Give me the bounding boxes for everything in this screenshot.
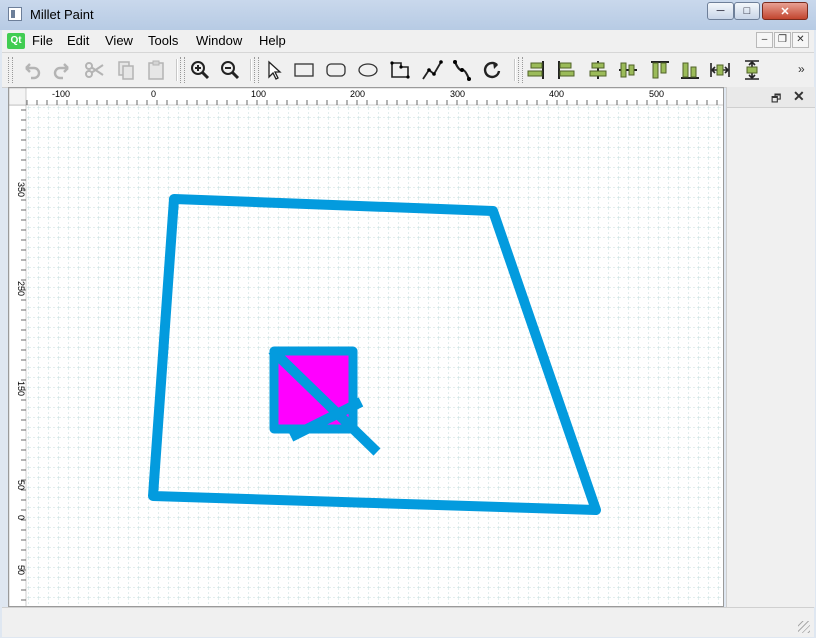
- menu-view[interactable]: View: [105, 33, 133, 48]
- toolbar-grip[interactable]: [8, 57, 13, 83]
- canvas-grid: [27, 106, 723, 606]
- size-grip[interactable]: [798, 621, 810, 633]
- dock-panel: 🗗 ✕: [726, 87, 815, 607]
- hruler-label: -100: [52, 89, 70, 99]
- redo-icon[interactable]: [50, 58, 74, 82]
- toolbar: »: [2, 53, 814, 88]
- hruler-label: 200: [350, 89, 365, 99]
- menubar: Qt File Edit View Tools Window Help – ❐ …: [2, 30, 814, 53]
- align-hcenter-icon[interactable]: [586, 58, 610, 82]
- window-titlebar[interactable]: Millet Paint ─ □ ✕: [0, 0, 816, 30]
- dock-float-icon[interactable]: 🗗: [771, 90, 781, 109]
- align-bottom-icon[interactable]: [678, 58, 702, 82]
- cut-icon[interactable]: [82, 58, 106, 82]
- zoom-out-icon[interactable]: [218, 58, 242, 82]
- toolbar-grip[interactable]: [518, 57, 523, 83]
- toolbar-separator: [514, 59, 516, 81]
- menu-edit[interactable]: Edit: [67, 33, 89, 48]
- mdi-restore-button[interactable]: ❐: [774, 32, 791, 48]
- ruler-corner: [9, 88, 27, 106]
- close-button[interactable]: ✕: [762, 2, 808, 20]
- statusbar: [2, 607, 814, 637]
- align-vcenter-icon[interactable]: [616, 58, 640, 82]
- toolbar-separator: [176, 59, 178, 81]
- rotate-icon[interactable]: [480, 58, 504, 82]
- canvas-frame: -100 0 100 200 300 400 500 350 250 150 5…: [8, 87, 724, 607]
- toolbar-more-button[interactable]: »: [798, 62, 805, 76]
- menu-window[interactable]: Window: [196, 33, 242, 48]
- copy-icon[interactable]: [114, 58, 138, 82]
- window-title: Millet Paint: [30, 7, 94, 22]
- polygon-icon[interactable]: [388, 58, 412, 82]
- undo-icon[interactable]: [20, 58, 44, 82]
- align-right-icon[interactable]: [524, 58, 548, 82]
- vruler-label: 150: [16, 381, 26, 396]
- dock-titlebar[interactable]: 🗗 ✕: [727, 87, 815, 108]
- menu-file[interactable]: File: [32, 33, 53, 48]
- menu-help[interactable]: Help: [259, 33, 286, 48]
- rounded-rectangle-icon[interactable]: [324, 58, 348, 82]
- minimize-button[interactable]: ─: [707, 2, 734, 20]
- vruler-label: 50: [16, 480, 26, 490]
- align-top-icon[interactable]: [648, 58, 672, 82]
- vruler-label: 250: [16, 281, 26, 296]
- ellipse-icon[interactable]: [356, 58, 380, 82]
- hruler-label: 500: [649, 89, 664, 99]
- mdi-minimize-button[interactable]: –: [756, 32, 773, 48]
- same-height-icon[interactable]: [740, 58, 764, 82]
- drawing-canvas[interactable]: -100 0 100 200 300 400 500 350 250 150 5…: [9, 88, 724, 607]
- rectangle-icon[interactable]: [292, 58, 316, 82]
- same-width-icon[interactable]: [708, 58, 732, 82]
- hruler-label: 300: [450, 89, 465, 99]
- align-left-icon[interactable]: [554, 58, 578, 82]
- vruler-label: 50: [16, 565, 26, 575]
- toolbar-separator: [250, 59, 252, 81]
- select-arrow-icon[interactable]: [262, 58, 286, 82]
- vruler-label: 350: [16, 182, 26, 197]
- mdi-close-button[interactable]: ✕: [792, 32, 809, 48]
- hruler-label: 100: [251, 89, 266, 99]
- window-icon: [8, 7, 22, 21]
- toolbar-grip[interactable]: [254, 57, 259, 83]
- vruler-label: 0: [16, 515, 26, 520]
- toolbar-grip[interactable]: [180, 57, 185, 83]
- hruler-label: 0: [151, 89, 156, 99]
- maximize-button[interactable]: □: [734, 2, 760, 20]
- hruler-label: 400: [549, 89, 564, 99]
- qt-logo-icon: Qt: [7, 33, 25, 49]
- polyline-icon[interactable]: [420, 58, 444, 82]
- zoom-in-icon[interactable]: [188, 58, 212, 82]
- paste-icon[interactable]: [144, 58, 168, 82]
- bezier-icon[interactable]: [450, 58, 474, 82]
- dock-close-icon[interactable]: ✕: [793, 88, 805, 105]
- menu-tools[interactable]: Tools: [148, 33, 178, 48]
